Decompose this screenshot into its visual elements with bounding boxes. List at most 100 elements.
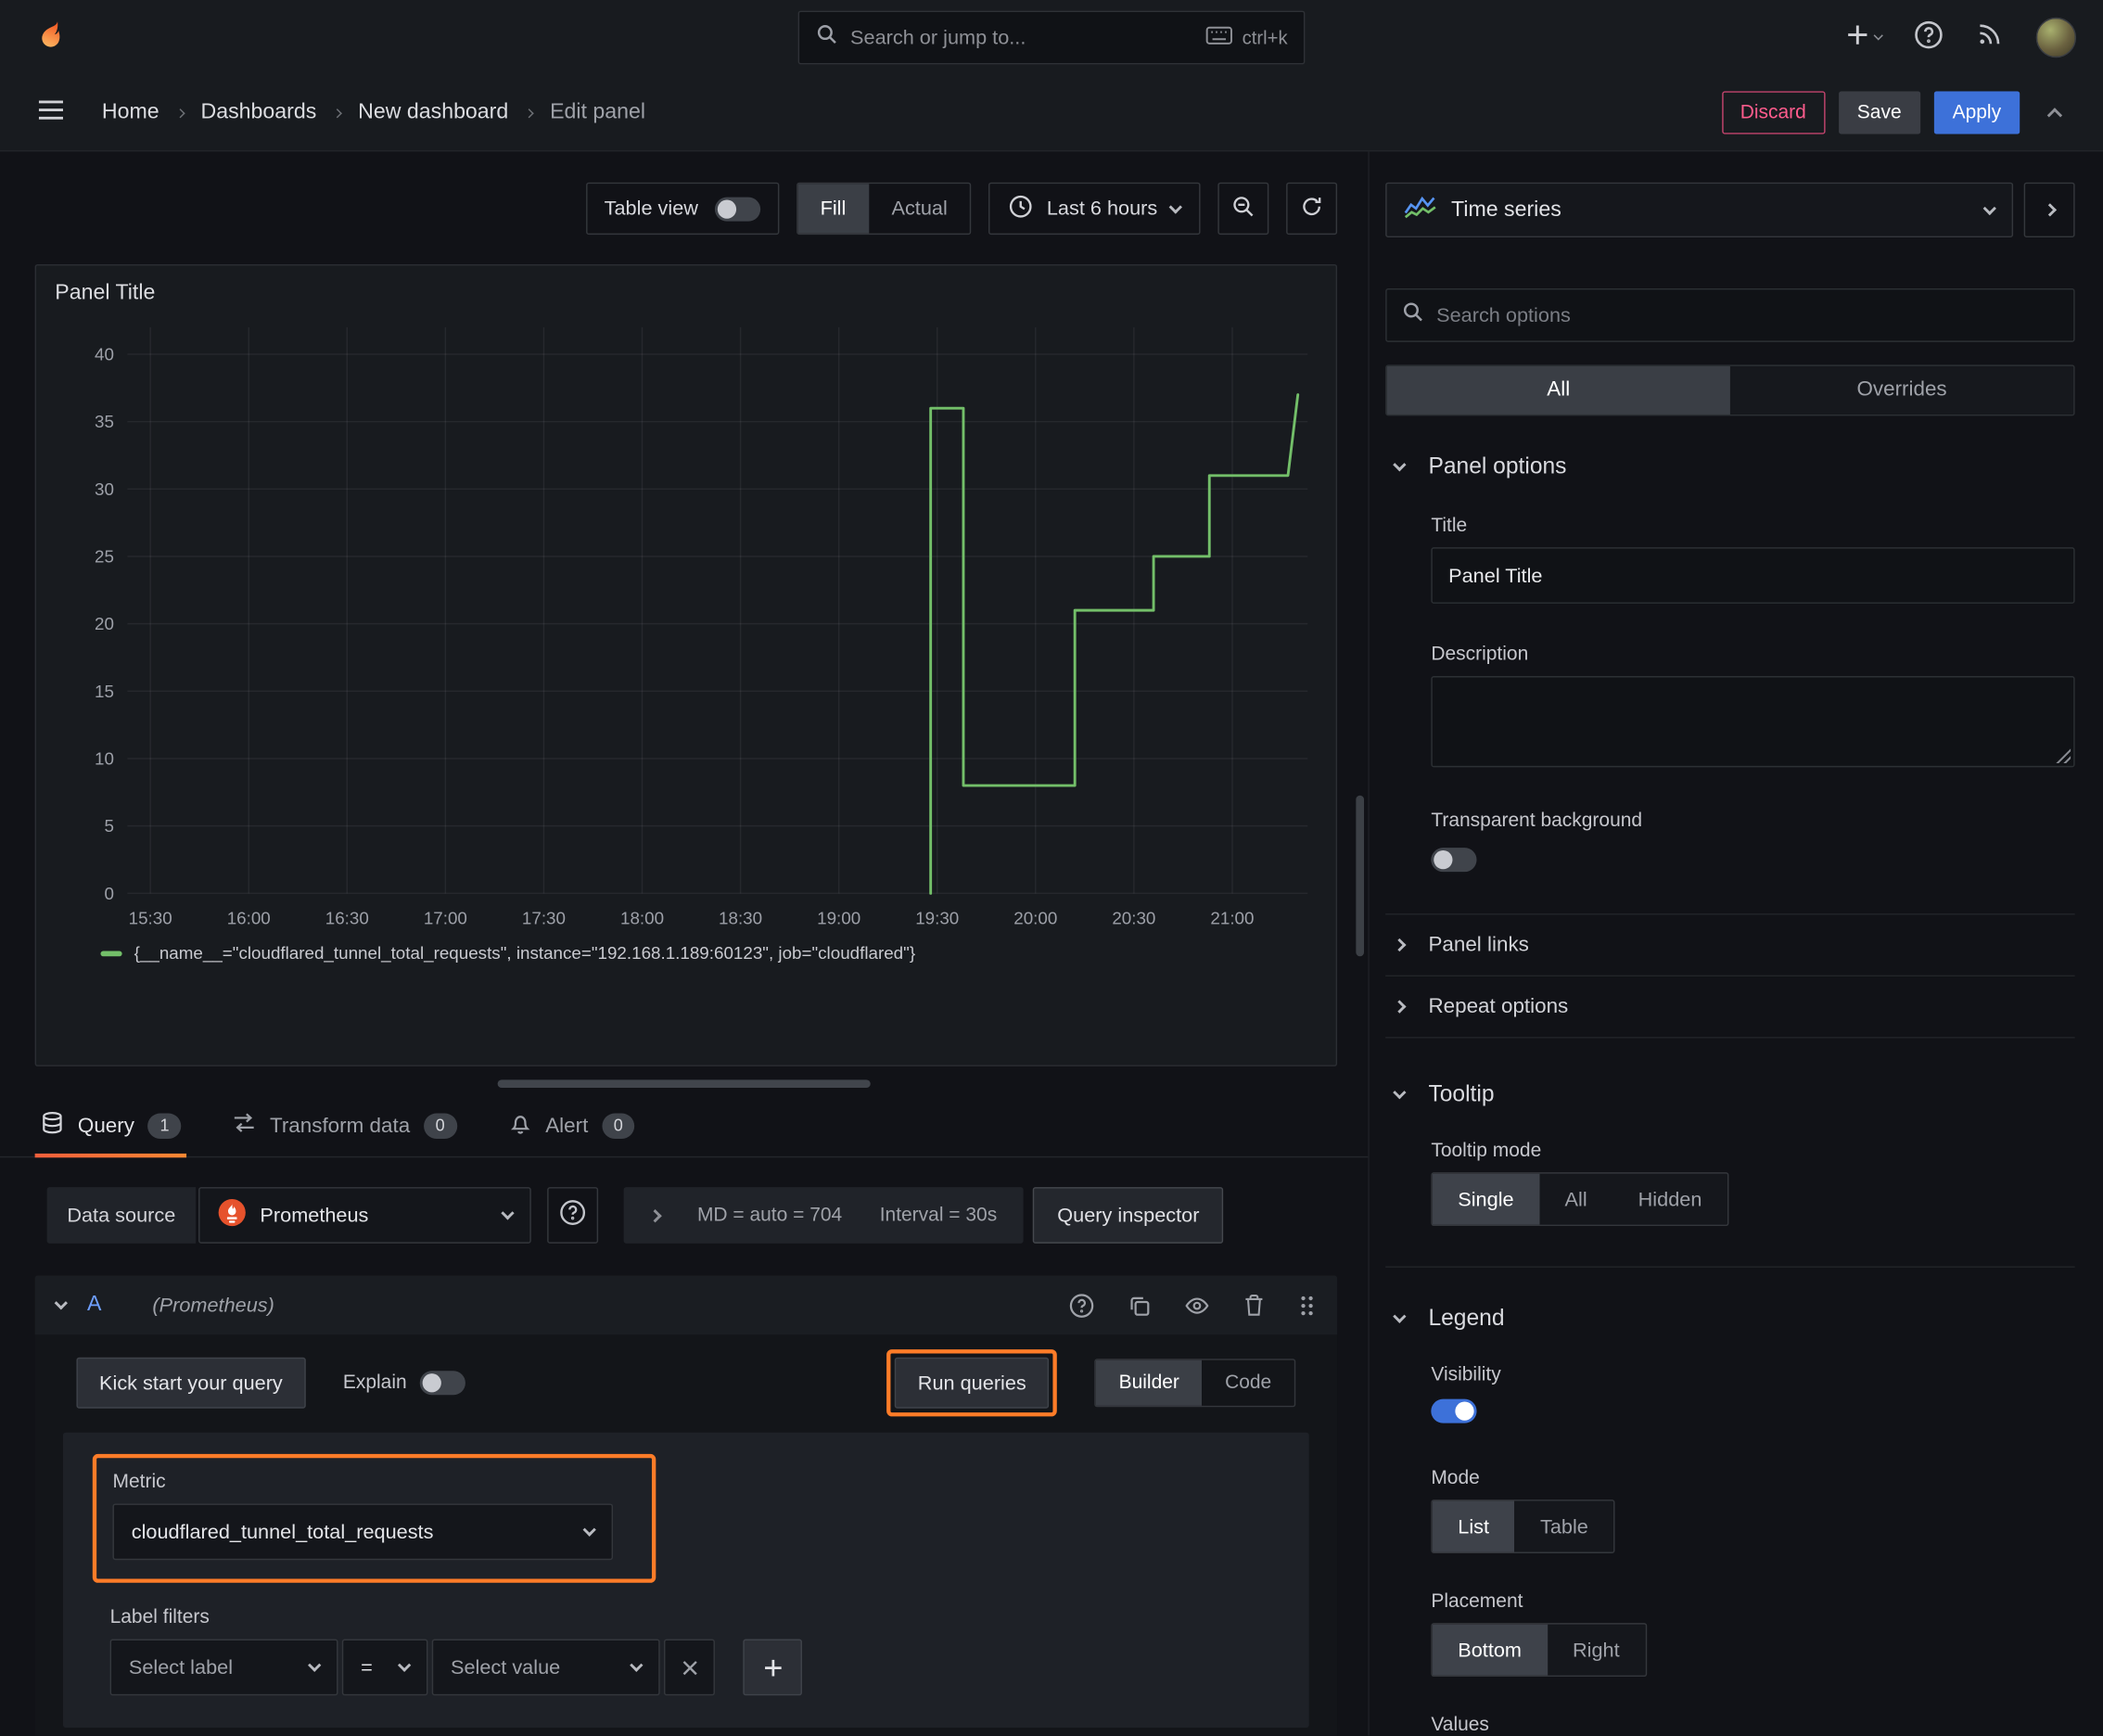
tooltip-mode-all[interactable]: All [1539,1174,1612,1225]
interval-value: Interval = 30s [879,1204,998,1227]
time-range-picker[interactable]: Last 6 hours [988,182,1201,236]
operator-dropdown[interactable]: = [341,1639,428,1696]
drag-handle-icon[interactable] [1298,1294,1316,1317]
svg-text:21:00: 21:00 [1210,909,1254,928]
tooltip-mode-single[interactable]: Single [1432,1173,1540,1225]
discard-button[interactable]: Discard [1721,91,1826,134]
panel-options-header[interactable]: Panel options [1385,451,2074,483]
tooltip-header[interactable]: Tooltip [1385,1079,2074,1111]
legend-placement-bottom[interactable]: Bottom [1432,1624,1548,1676]
zoom-out-button[interactable] [1217,182,1269,236]
query-help-button[interactable] [1069,1293,1094,1318]
code-option[interactable]: Code [1202,1360,1294,1406]
builder-option[interactable]: Builder [1096,1359,1203,1406]
repeat-options-section[interactable]: Repeat options [1385,975,2075,1038]
refresh-button[interactable] [1286,182,1338,236]
select-label-dropdown[interactable]: Select label [109,1639,338,1696]
select-label-placeholder: Select label [128,1655,234,1679]
tab-alert[interactable]: Alert 0 [503,1096,641,1156]
query-inspector-button[interactable]: Query inspector [1033,1187,1224,1244]
tab-alert-label: Alert [545,1114,589,1137]
description-textarea[interactable] [1431,676,2075,768]
run-queries-button[interactable]: Run queries [895,1357,1050,1409]
duplicate-query-button[interactable] [1128,1294,1151,1317]
query-options-bar[interactable]: MD = auto = 704 Interval = 30s [623,1187,1025,1244]
data-source-picker[interactable]: Prometheus [198,1187,531,1244]
select-value-dropdown[interactable]: Select value [431,1639,660,1696]
breadcrumb-dashboards[interactable]: Dashboards [201,100,317,124]
transparent-background-switch[interactable] [1431,848,1477,873]
news-button[interactable] [1976,20,2004,56]
breadcrumb-new-dashboard[interactable]: New dashboard [358,100,508,124]
remove-filter-button[interactable] [663,1639,715,1696]
label-filters-label: Label filters [109,1606,210,1628]
global-search-input[interactable] [850,26,1194,49]
query-editor-card: A (Prometheus) Kick start your query Exp… [34,1275,1338,1736]
visibility-label: Visibility [1431,1364,1501,1386]
time-series-chart[interactable]: 0 5 10 15 20 25 30 35 40 15:30 16:00 16:30 17:00 17:3… [52,313,1319,933]
legend-visibility-switch[interactable] [1431,1398,1477,1423]
legend-mode-list[interactable]: List [1432,1500,1515,1552]
delete-query-button[interactable] [1243,1293,1265,1317]
query-row-header[interactable]: A (Prometheus) [34,1275,1338,1335]
tab-transform[interactable]: Transform data 0 [227,1096,463,1156]
tab-query[interactable]: Query 1 [34,1096,187,1158]
visualization-picker[interactable]: Time series [1385,182,2014,238]
chart-legend[interactable]: {__name__="cloudflared_tunnel_total_requ… [52,943,1325,964]
tooltip-section: Tooltip Tooltip mode Single All Hidden [1385,1079,2074,1227]
options-search-input[interactable] [1436,303,2059,327]
kick-start-button[interactable]: Kick start your query [76,1357,306,1409]
menu-toggle-button[interactable] [30,91,72,134]
help-button[interactable] [1914,19,1944,56]
tooltip-mode-hidden[interactable]: Hidden [1612,1174,1727,1225]
explain-switch[interactable] [420,1371,466,1396]
breadcrumb-edit-panel: Edit panel [550,100,646,124]
svg-text:15:30: 15:30 [129,909,172,928]
label-filters-row: Select label = Select value [109,1639,1280,1696]
user-avatar[interactable] [2035,17,2077,58]
options-search[interactable] [1385,287,2075,342]
time-range-label: Last 6 hours [1046,197,1158,221]
help-icon [1914,19,1944,56]
chevron-down-icon [1393,1309,1407,1323]
fill-option[interactable]: Fill [797,184,869,234]
svg-text:5: 5 [104,816,113,836]
apply-button[interactable]: Apply [1933,91,2020,134]
panel-links-section[interactable]: Panel links [1385,913,2075,976]
data-source-help-button[interactable] [546,1187,598,1244]
save-button[interactable]: Save [1838,91,1920,134]
svg-text:25: 25 [95,547,114,567]
vertical-scrollbar-thumb[interactable] [1356,795,1365,957]
actual-option[interactable]: Actual [869,184,970,234]
tab-all[interactable]: All [1386,365,1730,415]
main-area: Table view Fill Actual Last 6 hours Pane… [0,151,2103,1736]
panel-title-input[interactable] [1431,547,2075,604]
hamburger-icon [38,98,65,126]
collapse-header-button[interactable] [2033,91,2076,134]
legend-mode-table[interactable]: Table [1515,1501,1614,1552]
query-editor-body: Kick start your query Explain Run querie… [35,1334,1337,1735]
toggle-viz-pane-button[interactable] [2023,182,2075,238]
query-count-badge: 1 [147,1113,182,1140]
metric-select[interactable]: cloudflared_tunnel_total_requests [112,1503,614,1561]
tab-overrides[interactable]: Overrides [1730,366,2073,415]
split-pane-handle[interactable] [497,1079,871,1089]
data-source-row: Data source Prometheus MD = auto = 704 I… [46,1187,1337,1244]
resize-handle-icon[interactable] [2056,748,2071,764]
legend-placement-right[interactable]: Right [1548,1625,1646,1676]
legend-header[interactable]: Legend [1385,1302,2074,1334]
breadcrumb-home[interactable]: Home [102,100,159,124]
query-row-actions [1069,1293,1316,1318]
table-view-switch[interactable] [714,196,760,221]
add-filter-button[interactable] [743,1639,802,1696]
new-menu-button[interactable] [1845,22,1883,53]
global-search[interactable]: ctrl+k [797,10,1306,65]
tab-query-label: Query [77,1114,134,1137]
toggle-query-visibility-button[interactable] [1184,1293,1209,1318]
collapse-query-icon[interactable] [54,1296,68,1310]
prometheus-icon [217,1198,247,1233]
chevron-down-icon [1873,31,1883,41]
grafana-logo-icon[interactable] [30,15,75,60]
explain-control: Explain [343,1371,466,1396]
clock-icon [1009,194,1033,223]
